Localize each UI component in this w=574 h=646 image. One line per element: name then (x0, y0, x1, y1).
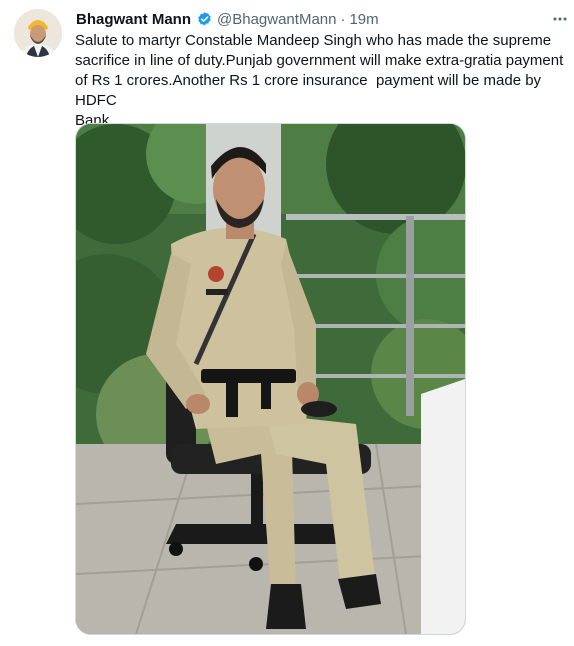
more-options-icon[interactable] (550, 9, 570, 29)
tweet-timestamp[interactable]: 19m (349, 11, 378, 28)
separator-dot: · (340, 10, 346, 28)
author-avatar[interactable] (14, 9, 62, 57)
author-handle[interactable]: @BhagwantMann (217, 11, 336, 28)
tweet-text: Salute to martyr Constable Mandeep Singh… (75, 32, 564, 129)
tweet-photo[interactable] (75, 123, 466, 635)
verified-badge-icon (196, 11, 213, 28)
tweet-header: Bhagwant Mann @BhagwantMann · 19m (76, 8, 574, 30)
author-name[interactable]: Bhagwant Mann (76, 11, 191, 28)
